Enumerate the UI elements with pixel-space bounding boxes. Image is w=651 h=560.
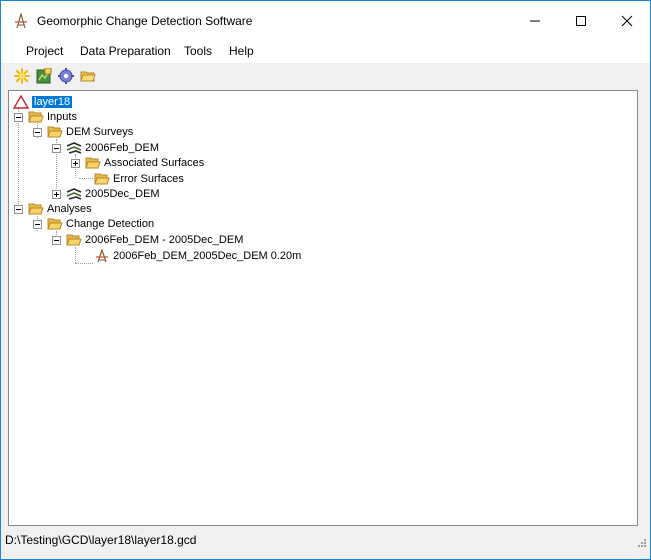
project-triangle-icon (13, 94, 29, 109)
collapse-toggle[interactable] (52, 236, 61, 245)
tree-node-analyses[interactable]: Analyses (28, 201, 92, 216)
menu-project[interactable]: Project (26, 44, 63, 58)
tree-node-inputs[interactable]: Inputs (28, 109, 77, 124)
status-path: D:\Testing\GCD\layer18\layer18.gcd (5, 533, 197, 547)
collapse-toggle[interactable] (14, 205, 23, 214)
expand-toggle[interactable] (71, 159, 80, 168)
window-title: Geomorphic Change Detection Software (37, 14, 253, 28)
tree-label-change-pair: 2006Feb_DEM - 2005Dec_DEM (85, 233, 244, 246)
folder-open-icon (85, 157, 101, 168)
tree-node-change-result[interactable]: 2006Feb_DEM_2005Dec_DEM 0.20m (94, 248, 301, 263)
add-dem-icon[interactable] (36, 68, 52, 84)
dem-survey-icon (66, 187, 82, 200)
tree-label-dem-surveys: DEM Surveys (66, 125, 134, 138)
tree-node-root[interactable]: layer18 (13, 94, 73, 109)
tree-connector (18, 108, 19, 208)
close-icon (621, 15, 633, 27)
tree-label-dem-2005dec: 2005Dec_DEM (85, 187, 160, 200)
title-bar[interactable]: Geomorphic Change Detection Software (1, 1, 650, 41)
settings-gear-icon[interactable] (58, 68, 74, 84)
gcd-result-icon (96, 248, 108, 262)
collapse-toggle[interactable] (52, 144, 61, 153)
tree-connector (75, 263, 93, 264)
tree-label-inputs: Inputs (47, 110, 77, 123)
maximize-icon (576, 16, 586, 26)
folder-open-icon (28, 111, 44, 122)
collapse-toggle[interactable] (33, 128, 42, 137)
folder-open-icon (28, 203, 44, 214)
folder-open-icon (47, 126, 63, 137)
collapse-toggle[interactable] (14, 113, 23, 122)
tree-label-associated-surfaces: Associated Surfaces (104, 156, 205, 169)
project-tree[interactable]: layer18 Inputs DEM Surveys 2006Feb_DEM A… (8, 90, 638, 526)
open-folder-icon[interactable] (80, 68, 96, 84)
gcd-app-icon (15, 13, 27, 29)
folder-open-icon (47, 218, 63, 229)
tree-node-error-surfaces[interactable]: Error Surfaces (94, 171, 184, 186)
toolbar (1, 63, 650, 89)
main-window: Geomorphic Change Detection Software Pro… (0, 0, 651, 560)
maximize-button[interactable] (558, 1, 604, 41)
tree-node-associated-surfaces[interactable]: Associated Surfaces (85, 155, 204, 170)
menu-help[interactable]: Help (229, 44, 254, 58)
tree-node-change-pair[interactable]: 2006Feb_DEM - 2005Dec_DEM (66, 232, 243, 247)
dem-survey-icon (66, 141, 82, 154)
folder-open-icon (66, 234, 82, 245)
tree-label-root: layer18 (32, 95, 73, 108)
tree-label-dem-2006feb: 2006Feb_DEM (85, 141, 159, 154)
tree-label-change-result: 2006Feb_DEM_2005Dec_DEM 0.20m (113, 249, 302, 262)
tree-node-dem-2005dec[interactable]: 2005Dec_DEM (66, 186, 160, 201)
tree-label-error-surfaces: Error Surfaces (113, 172, 184, 185)
expand-toggle[interactable] (52, 190, 61, 199)
menu-data-preparation[interactable]: Data Preparation (80, 44, 171, 58)
menu-bar: Project Data Preparation Tools Help (1, 41, 650, 63)
close-button[interactable] (604, 1, 650, 41)
tree-node-dem-surveys[interactable]: DEM Surveys (47, 124, 133, 139)
minimize-button[interactable] (512, 1, 558, 41)
tree-label-change-detection: Change Detection (66, 217, 155, 230)
folder-open-icon (94, 173, 110, 184)
tree-connector (75, 247, 76, 263)
collapse-toggle[interactable] (33, 220, 42, 229)
minimize-icon (530, 20, 540, 22)
tree-node-change-detection[interactable]: Change Detection (47, 216, 154, 231)
tree-node-dem-2006feb[interactable]: 2006Feb_DEM (66, 140, 159, 155)
menu-tools[interactable]: Tools (184, 44, 212, 58)
tree-label-analyses: Analyses (47, 202, 92, 215)
resize-grip-icon[interactable] (636, 537, 646, 547)
status-bar: D:\Testing\GCD\layer18\layer18.gcd (1, 529, 650, 551)
tree-connector (79, 178, 93, 179)
new-project-icon[interactable] (14, 68, 30, 84)
